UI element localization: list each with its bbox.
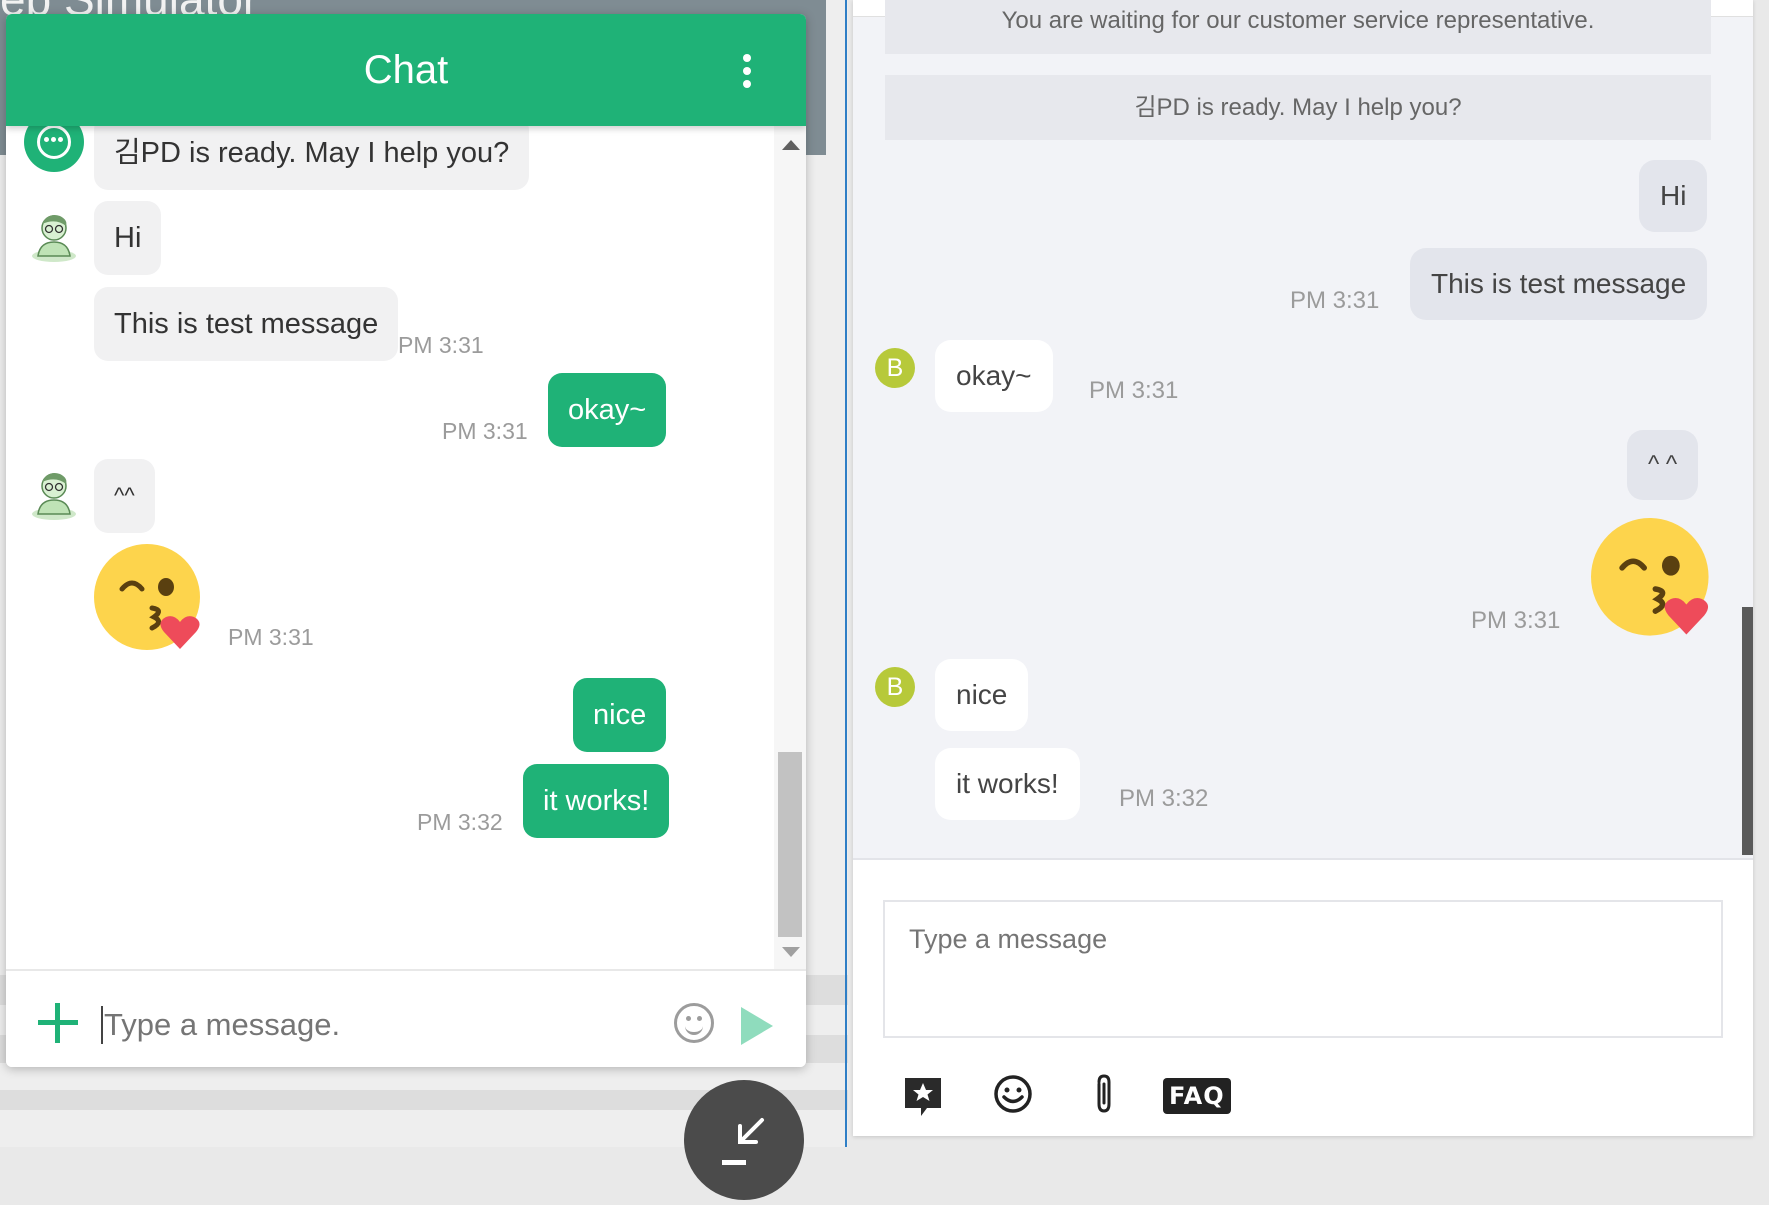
message-timestamp: PM 3:32 xyxy=(1119,785,1209,812)
faq-label: FAQ xyxy=(1163,1078,1231,1114)
message-composer xyxy=(6,969,806,1067)
message-bubble-user: ^^ xyxy=(94,459,155,533)
customer-avatar: B xyxy=(875,348,915,388)
chat-widget: Chat 김PD is ready. May I help you? Hi Th… xyxy=(6,14,806,1067)
scrollbar-thumb[interactable] xyxy=(778,752,802,937)
system-message-ready: 김PD is ready. May I help you? xyxy=(885,75,1711,140)
message-timestamp: PM 3:32 xyxy=(417,809,503,835)
chat-title: Chat xyxy=(363,48,449,92)
message-timestamp: PM 3:31 xyxy=(1290,287,1380,314)
panel-composer: FAQ xyxy=(853,858,1753,1136)
kissing-heart-emoji-icon xyxy=(94,544,200,650)
message-timestamp: PM 3:31 xyxy=(442,418,528,444)
message-scrollbar[interactable] xyxy=(774,126,806,969)
message-bubble-agent: nice xyxy=(573,678,667,752)
minimize-chat-button[interactable] xyxy=(684,1080,804,1200)
add-attachment-icon[interactable] xyxy=(38,1003,78,1043)
message-timestamp: PM 3:31 xyxy=(228,624,314,650)
message-bubble-bot: 김PD is ready. May I help you? xyxy=(94,126,530,190)
system-message-waiting: You are waiting for our customer service… xyxy=(885,0,1711,54)
kissing-heart-emoji-icon xyxy=(1591,518,1709,636)
agent-chat-panel: You are waiting for our customer service… xyxy=(853,0,1753,1136)
message-input[interactable] xyxy=(104,1007,604,1043)
pane-divider xyxy=(845,0,847,1147)
message-bubble-agent: it works! xyxy=(523,764,670,838)
agent-avatar-icon xyxy=(32,215,76,262)
message-bubble-customer: it works! xyxy=(935,748,1080,820)
message-bubble-user: Hi xyxy=(94,201,162,275)
send-icon[interactable] xyxy=(741,1007,773,1045)
message-bubble-me: ^ ^ xyxy=(1627,430,1699,500)
scroll-up-arrow-icon[interactable] xyxy=(782,140,800,150)
emoji-icon[interactable] xyxy=(989,1070,1037,1118)
message-timestamp: PM 3:31 xyxy=(1471,607,1561,634)
more-options-icon[interactable] xyxy=(740,54,754,88)
message-input-box[interactable] xyxy=(883,900,1723,1038)
bot-chat-icon xyxy=(24,126,84,172)
message-bubble-user: This is test message xyxy=(94,287,399,361)
message-bubble-customer: okay~ xyxy=(935,340,1053,412)
message-timestamp: PM 3:31 xyxy=(1089,377,1179,404)
faq-icon[interactable]: FAQ xyxy=(1163,1070,1231,1118)
message-input[interactable] xyxy=(909,924,1689,1014)
panel-scrollbar[interactable] xyxy=(1742,607,1753,855)
minimize-arrow-icon xyxy=(722,1118,764,1165)
emoji-picker-icon[interactable] xyxy=(674,1003,714,1043)
message-bubble-customer: nice xyxy=(935,659,1029,731)
agent-avatar-icon xyxy=(32,473,76,520)
scroll-down-arrow-icon[interactable] xyxy=(782,947,800,957)
star-chat-icon[interactable] xyxy=(899,1070,947,1118)
message-bubble-agent: okay~ xyxy=(548,373,667,447)
message-timestamp: PM 3:31 xyxy=(398,332,484,358)
message-list[interactable]: 김PD is ready. May I help you? Hi This is… xyxy=(6,126,774,969)
text-cursor xyxy=(101,1006,103,1044)
message-bubble-me: This is test message xyxy=(1410,248,1708,320)
message-bubble-me: Hi xyxy=(1639,160,1708,232)
customer-avatar: B xyxy=(875,667,915,707)
paperclip-icon[interactable] xyxy=(1079,1070,1127,1118)
chat-header: Chat xyxy=(6,14,806,126)
